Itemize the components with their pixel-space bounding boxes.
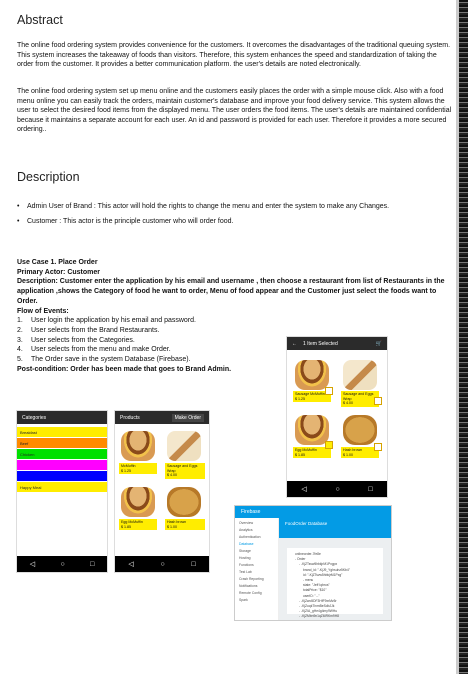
firebase-top-bar: Firebase xyxy=(235,506,391,518)
firebase-menu-item[interactable]: Storage xyxy=(239,549,274,556)
abstract-heading: Abstract xyxy=(17,13,63,27)
recents-icon[interactable]: □ xyxy=(368,486,372,493)
food-image[interactable] xyxy=(121,431,155,461)
firebase-menu-item[interactable]: Analytics xyxy=(239,528,274,535)
use-case-title: Use Case 1. Place Order xyxy=(17,259,98,266)
food-image[interactable] xyxy=(167,487,201,517)
android-nav-bar: ◁ ○ □ xyxy=(287,481,387,497)
back-arrow-icon[interactable]: ← xyxy=(292,341,297,347)
firebase-menu-item[interactable]: Spark xyxy=(239,598,274,605)
food-image[interactable] xyxy=(167,431,201,461)
category-item[interactable]: Beef xyxy=(17,438,107,448)
make-order-button[interactable]: Make Order xyxy=(171,413,204,422)
item-tag: Hash brown $ 1.00 xyxy=(165,519,205,530)
selected-app-bar: ← 1 Item Selected 🛒 xyxy=(287,337,387,350)
products-app-bar: Products Make Order xyxy=(115,411,209,424)
food-image[interactable] xyxy=(121,487,155,517)
home-icon[interactable]: ○ xyxy=(160,561,164,568)
phone-products-screen: Products Make Order McMuffin $ 1.25 Sausa… xyxy=(114,410,210,573)
item-checkbox-selected[interactable] xyxy=(325,441,333,449)
firebase-menu-item[interactable]: Functions xyxy=(239,563,274,570)
primary-actor-label: Primary Actor: xyxy=(17,268,66,276)
firebase-menu-item[interactable]: Overview xyxy=(239,521,274,528)
back-icon[interactable]: ◁ xyxy=(128,560,133,568)
back-icon[interactable]: ◁ xyxy=(30,560,35,568)
description-heading: Description xyxy=(17,170,80,184)
recents-icon[interactable]: □ xyxy=(90,561,94,568)
abstract-paragraph-2: The online food ordering system set up m… xyxy=(17,88,452,134)
category-item[interactable] xyxy=(17,460,107,470)
binding-edge xyxy=(459,0,468,674)
category-item[interactable]: Chicken xyxy=(17,449,107,459)
actor-list: Admin User of Brand : This actor will ho… xyxy=(17,202,453,231)
firebase-project-header: FoodOrder Database xyxy=(279,518,391,538)
flow-label: Flow of Events: xyxy=(17,307,69,315)
item-checkbox[interactable] xyxy=(325,387,333,395)
firebase-menu-item[interactable]: Notifications xyxy=(239,584,274,591)
post-condition-label: Post-condition: xyxy=(17,365,69,373)
firebase-menu-item[interactable]: Test Lab xyxy=(239,570,274,577)
firebase-sidebar: Overview Analytics Authentication Databa… xyxy=(235,518,279,620)
firebase-menu-item[interactable]: Database xyxy=(239,542,274,549)
firebase-data-tree: onlineorder-7fe8e - Order - -KjZTsvw5hbk… xyxy=(287,548,383,618)
firebase-project-title: FoodOrder Database xyxy=(285,521,328,526)
document-page: Abstract The online food ordering system… xyxy=(0,0,468,674)
actor-admin: Admin User of Brand : This actor will ho… xyxy=(17,202,453,212)
flow-step: 4. User selects from the menu and make Or… xyxy=(17,346,171,354)
selected-title: 1 Item Selected xyxy=(303,340,338,347)
description-value: Customer enter the application by his em… xyxy=(17,278,445,305)
phone-selected-screen: ← 1 Item Selected 🛒 Sausage McMuffin $ 1.… xyxy=(286,336,388,498)
firebase-menu-item[interactable]: Remote Config xyxy=(239,591,274,598)
recents-icon[interactable]: □ xyxy=(191,561,195,568)
firebase-brand: Firebase xyxy=(241,509,261,515)
home-icon[interactable]: ○ xyxy=(335,486,339,493)
categories-app-bar: Categories xyxy=(17,411,107,424)
category-item[interactable]: Happy Meal xyxy=(17,482,107,492)
food-image[interactable] xyxy=(343,360,377,390)
phone-categories-screen: Categories Breakfast Beef Chicken Happy … xyxy=(16,410,108,573)
flow-step: 1. User login the application by his emai… xyxy=(17,317,196,325)
firebase-menu-item[interactable]: Crash Reporting xyxy=(239,577,274,584)
back-icon[interactable]: ◁ xyxy=(301,485,306,493)
item-checkbox[interactable] xyxy=(374,443,382,451)
food-image[interactable] xyxy=(295,360,329,390)
actor-customer: Customer : This actor is the principle c… xyxy=(17,217,453,227)
item-checkbox[interactable] xyxy=(374,397,382,405)
item-tag: Egg McMuffin $ 1.85 xyxy=(119,519,157,530)
item-tag: McMuffin $ 1.25 xyxy=(119,463,157,474)
primary-actor-value: Customer xyxy=(67,268,101,276)
flow-step: 3. User selects from the Categories. xyxy=(17,336,135,344)
category-item[interactable]: Breakfast xyxy=(17,427,107,437)
products-header: Products xyxy=(120,414,140,421)
cart-icon[interactable]: 🛒 xyxy=(376,341,382,347)
flow-step: 5. The Order save in the system Database … xyxy=(17,356,191,364)
firebase-console-screenshot: Firebase Overview Analytics Authenticati… xyxy=(234,505,392,621)
food-image[interactable] xyxy=(295,415,329,445)
home-icon[interactable]: ○ xyxy=(60,561,64,568)
post-condition-value: Order has been made that goes to Brand A… xyxy=(70,365,232,373)
firebase-menu-item[interactable]: Authentication xyxy=(239,535,274,542)
data-node[interactable]: - -KjZMbn9n1qZ6IRKm9H8 xyxy=(295,614,375,619)
android-nav-bar: ◁ ○ □ xyxy=(115,556,209,572)
firebase-main: FoodOrder Database onlineorder-7fe8e - O… xyxy=(279,518,391,620)
category-list: Breakfast Beef Chicken Happy Meal xyxy=(17,424,107,496)
categories-header: Categories xyxy=(22,414,47,421)
abstract-paragraph-1: The online food ordering system provides… xyxy=(17,42,451,69)
firebase-menu-item[interactable]: Hosting xyxy=(239,556,274,563)
food-image[interactable] xyxy=(343,415,377,445)
category-item[interactable] xyxy=(17,471,107,481)
description-label: Description: xyxy=(17,278,58,286)
flow-step: 2. User selects from the Brand Restaurant… xyxy=(17,326,160,334)
item-tag: Sausage and Eggs Wrap $ 4.00 xyxy=(165,463,205,479)
android-nav-bar: ◁ ○ □ xyxy=(17,556,107,572)
